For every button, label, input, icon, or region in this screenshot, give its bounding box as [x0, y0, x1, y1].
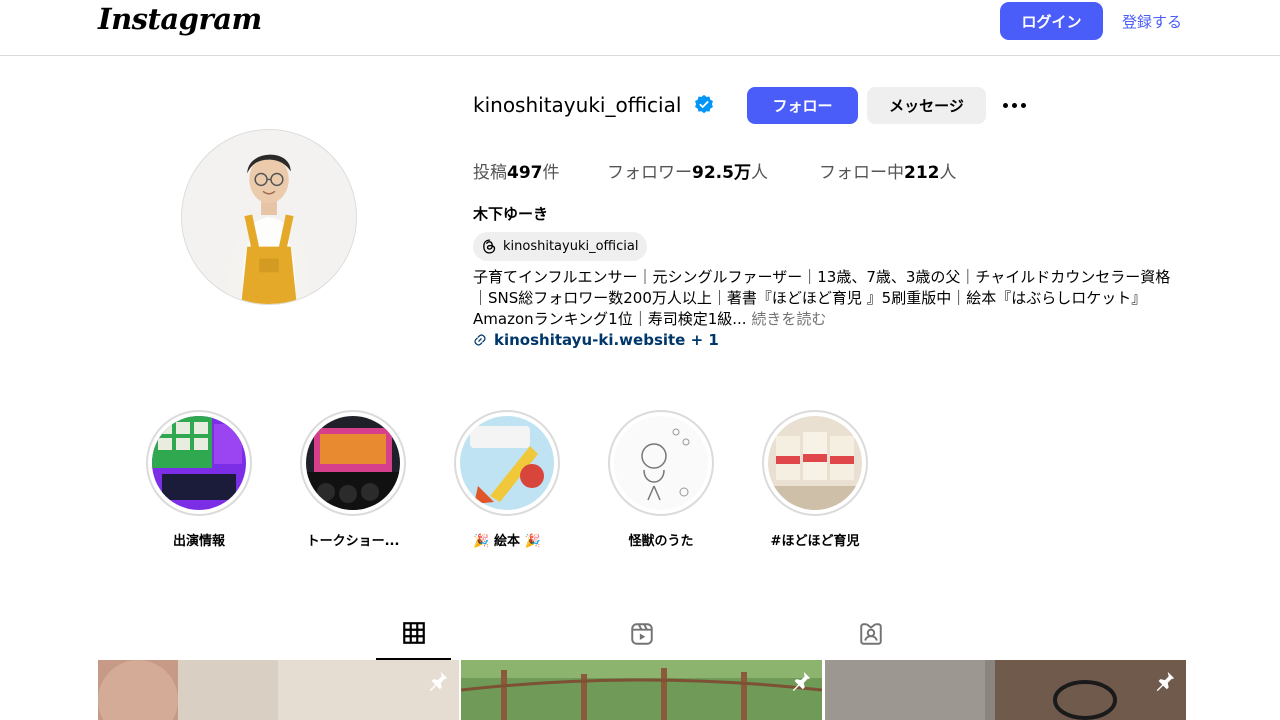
- post-image: [98, 660, 459, 720]
- following-unit: 人: [939, 163, 957, 183]
- highlight-label: 怪獣のうた: [628, 534, 694, 549]
- top-navigation-bar: Instagram ログイン 登録する: [0, 0, 1280, 56]
- posts-value: 497: [507, 163, 543, 183]
- highlight-cover: [306, 416, 400, 510]
- tab-posts[interactable]: [376, 608, 451, 660]
- highlight-label: 出演情報: [172, 534, 225, 549]
- posts-grid: [98, 660, 1186, 720]
- followers-count[interactable]: フォロワー92.5万人: [607, 158, 768, 183]
- highlight-ring: [146, 410, 252, 516]
- highlight-ring: [762, 410, 868, 516]
- login-button[interactable]: ログイン: [1000, 2, 1103, 40]
- post-image: [825, 660, 1186, 720]
- post-thumbnail[interactable]: [461, 660, 822, 720]
- followers-label: フォロワー: [607, 163, 692, 183]
- posts-label: 投稿: [473, 163, 507, 183]
- website-link[interactable]: kinoshitayu-ki.website + 1: [473, 331, 719, 349]
- highlight-item[interactable]: 🎉 絵本 🎉: [454, 410, 560, 549]
- tagged-icon: [859, 623, 882, 645]
- pinned-icon: [1156, 671, 1175, 692]
- highlight-label: 🎉 絵本 🎉: [473, 534, 541, 549]
- highlight-item[interactable]: 出演情報: [146, 410, 252, 549]
- post-thumbnail[interactable]: [98, 660, 459, 720]
- posts-unit: 件: [542, 163, 560, 183]
- avatar-illustration: [182, 130, 356, 304]
- profile-username: kinoshitayuki_official: [473, 93, 682, 117]
- website-url: kinoshitayu-ki.website + 1: [494, 331, 719, 349]
- threads-icon: [483, 239, 496, 254]
- highlight-ring: [608, 410, 714, 516]
- followers-value: 92.5万: [692, 163, 751, 183]
- highlight-item[interactable]: 怪獣のうた: [608, 410, 714, 549]
- highlight-item[interactable]: #ほどほど育児: [762, 410, 868, 549]
- follow-button[interactable]: フォロー: [747, 87, 858, 124]
- highlight-ring: [300, 410, 406, 516]
- followers-unit: 人: [750, 163, 768, 183]
- threads-badge[interactable]: kinoshitayuki_official: [473, 232, 648, 261]
- highlight-label: #ほどほど育児: [770, 534, 860, 549]
- pinned-icon: [429, 671, 448, 692]
- message-button[interactable]: メッセージ: [867, 87, 986, 124]
- highlight-cover: [460, 416, 554, 510]
- grid-icon: [402, 622, 425, 644]
- dot: [1011, 102, 1017, 108]
- story-highlights: 出演情報 トークショー... 🎉 絵本 🎉 怪獣のうた #ほどほど育児: [146, 410, 906, 550]
- verified-badge-icon: [695, 94, 713, 114]
- posts-count: 投稿497件: [473, 158, 560, 183]
- threads-handle: kinoshitayuki_official: [503, 239, 639, 254]
- profile-full-name: 木下ゆーき: [473, 205, 549, 223]
- pinned-icon: [792, 671, 811, 692]
- following-count[interactable]: フォロー中212人: [819, 158, 957, 183]
- profile-tabs: [98, 607, 1186, 660]
- highlight-cover: [152, 416, 246, 510]
- reels-icon: [630, 623, 653, 645]
- profile-bio: 子育てインフルエンサー｜元シングルファーザー｜13歳、7歳、3歳の父｜チャイルド…: [473, 267, 1185, 330]
- post-image: [461, 660, 822, 720]
- highlight-ring: [454, 410, 560, 516]
- more-horizontal-icon[interactable]: [1000, 94, 1028, 116]
- post-thumbnail[interactable]: [825, 660, 1186, 720]
- highlight-cover: [768, 416, 862, 510]
- dot: [1020, 102, 1026, 108]
- tab-tagged[interactable]: [833, 608, 908, 660]
- highlight-label: トークショー...: [306, 534, 400, 549]
- following-label: フォロー中: [819, 163, 904, 183]
- link-icon: [474, 334, 486, 346]
- tab-reels[interactable]: [604, 608, 679, 660]
- highlight-cover: [614, 416, 708, 510]
- read-more-link[interactable]: 続きを読む: [747, 310, 826, 328]
- dot: [1002, 102, 1008, 108]
- following-value: 212: [904, 163, 940, 183]
- profile-avatar[interactable]: [181, 129, 357, 305]
- instagram-logo[interactable]: Instagram: [98, 2, 262, 36]
- highlight-item[interactable]: トークショー...: [300, 410, 406, 549]
- signup-link[interactable]: 登録する: [1122, 11, 1182, 32]
